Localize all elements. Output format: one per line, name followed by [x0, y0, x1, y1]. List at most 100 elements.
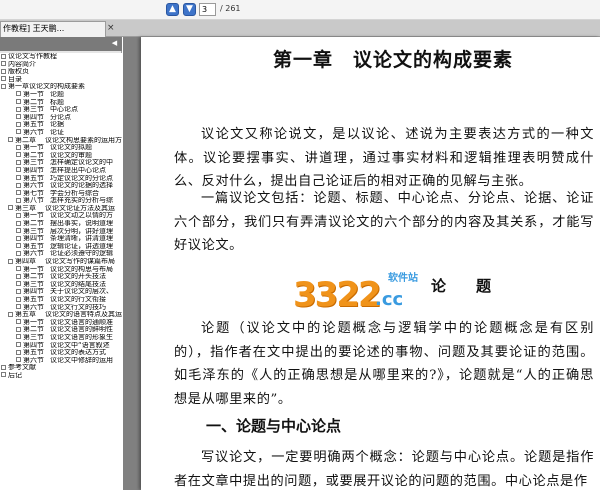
- bookmark-item-number: 第五节: [23, 174, 44, 182]
- bookmark-item-label: 议论文的拟题: [50, 144, 92, 152]
- bookmark-item[interactable]: 第四节 条理清晰，讲清道理: [0, 235, 122, 243]
- bookmark-page-icon: [16, 281, 21, 287]
- bookmark-item-label: 学会分析与综合: [50, 189, 99, 197]
- document-viewport[interactable]: 第一章 议论文的构成要素 议论文又称论说文，是以议论、述说为主要表达方式的一种文…: [123, 37, 600, 490]
- bookmark-item-number: 第二节: [23, 273, 44, 281]
- bookmark-item-label: 议论文写作的谋篇布局: [45, 258, 115, 266]
- bookmark-item[interactable]: 第三节 议论文语言的形象生: [0, 334, 122, 342]
- watermark-site-label: 软件站: [388, 273, 418, 284]
- bookmark-page-icon: [1, 76, 6, 82]
- bookmark-page-icon: [16, 144, 21, 150]
- bookmark-item[interactable]: 第三节 中心论点: [0, 106, 122, 114]
- bookmark-item[interactable]: 第四节 议论文中“语言叙述: [0, 342, 122, 350]
- bookmark-item-label: 议论文语言的鲜明性: [50, 326, 113, 334]
- bookmark-item[interactable]: 第八节 怎样充实的分析与综: [0, 197, 122, 205]
- bookmark-item[interactable]: 第三章 议论文论证方法及其运: [0, 205, 122, 213]
- collapse-panel-icon[interactable]: ◀: [110, 39, 119, 48]
- bookmark-item[interactable]: 第一节 议论文的拟题: [0, 144, 122, 152]
- bookmark-item-label: 议论文的论据的选择: [50, 182, 113, 190]
- bookmark-item-label: 论题: [50, 90, 64, 98]
- bookmark-item[interactable]: 第一节 论题: [0, 91, 122, 99]
- previous-page-button[interactable]: ▲: [166, 3, 179, 16]
- bookmark-item-number: 第三节: [23, 227, 44, 235]
- bookmark-item[interactable]: 目录: [0, 76, 122, 84]
- bookmark-item-number: 第二章: [15, 136, 36, 144]
- bookmark-item[interactable]: 第四节 怎样提出中心论点: [0, 167, 122, 175]
- bookmark-item[interactable]: 第二章 议论文构思要素的运用方: [0, 137, 122, 145]
- bookmark-item[interactable]: 第六节 论证必须遵守的逻辑: [0, 250, 122, 258]
- bookmark-item-label: 议论文的审题: [50, 151, 92, 159]
- bookmark-page-icon: [16, 106, 21, 112]
- bookmark-page-icon: [8, 258, 13, 264]
- bookmark-item[interactable]: 议论文写作教程: [0, 53, 122, 61]
- bookmark-page-icon: [16, 250, 21, 256]
- bookmark-page-icon: [16, 342, 21, 348]
- bookmark-item[interactable]: 第一章议论文的构成要素: [0, 83, 122, 91]
- bookmark-item[interactable]: 第二节 标题: [0, 99, 122, 107]
- bookmark-item[interactable]: 第六节 议论文中修辞的运用: [0, 357, 122, 365]
- bookmark-page-icon: [16, 266, 21, 272]
- bookmark-item-number: 第四节: [23, 288, 44, 296]
- bookmark-page-icon: [16, 319, 21, 325]
- bookmark-item[interactable]: 内容简介: [0, 61, 122, 69]
- bookmark-item-label: 怎样充实的分析与综: [50, 197, 113, 205]
- bookmark-page-icon: [16, 220, 21, 226]
- bookmark-page-icon: [16, 296, 21, 302]
- bookmark-item[interactable]: 第一节 议论文的构思与布局: [0, 266, 122, 274]
- bookmark-item[interactable]: 参考文献: [0, 364, 122, 372]
- bookmark-item-label: 议论文的构思与布局: [50, 265, 113, 273]
- bookmark-item[interactable]: 第五节 巧定议论文的分论点: [0, 175, 122, 183]
- bookmark-item[interactable]: 第四节 分论点: [0, 114, 122, 122]
- bookmark-page-icon: [16, 152, 21, 158]
- bookmark-item[interactable]: 第三节 怎样确定议论文的中: [0, 159, 122, 167]
- bookmark-item[interactable]: 第一节 议论文语言的通顺准: [0, 319, 122, 327]
- close-tab-icon[interactable]: ×: [107, 23, 115, 33]
- bookmark-item[interactable]: 第五节 议论文的表达方式: [0, 349, 122, 357]
- document-tab[interactable]: 作教程] 王天鹏...: [0, 21, 106, 37]
- bookmark-page-icon: [16, 91, 21, 97]
- bookmark-item[interactable]: 第四节 关于议论文的层次、: [0, 288, 122, 296]
- bookmark-item[interactable]: 第二节 议论文语言的鲜明性: [0, 326, 122, 334]
- bookmark-item[interactable]: 第三节 议论文的结尾技法: [0, 281, 122, 289]
- bookmark-item[interactable]: 第二节 议论文的审题: [0, 152, 122, 160]
- bookmark-item-number: 第六节: [23, 128, 44, 136]
- bookmark-panel-header: ◀: [0, 37, 122, 51]
- bookmark-item[interactable]: 第三节 层次分明，讲好道理: [0, 228, 122, 236]
- bookmark-item-number: 第三节: [23, 159, 44, 167]
- chapter-title: 第一章 议论文的构成要素: [273, 49, 514, 71]
- bookmark-item[interactable]: 第五节 论据: [0, 121, 122, 129]
- bookmark-item-number: 第四节: [23, 235, 44, 243]
- paragraph-2: 一篇议论文包括：论题、标题、中心论点、分论点、论据、论证六个部分，我们只有弄清议…: [174, 191, 594, 253]
- bookmark-item-label: 议论文的构成要素: [29, 83, 85, 91]
- bookmark-item[interactable]: 第五节 逻辑论证，讲透道理: [0, 243, 122, 251]
- paragraph-4: 写议论文，一定要明确两个概念：论题与中心论点。论题是指作者在文章中提出的问题，或…: [174, 450, 594, 489]
- bookmark-item[interactable]: 第一节 议论文动之以情的方: [0, 212, 122, 220]
- bookmark-item-label: 怎样提出中心论点: [50, 166, 106, 174]
- bookmark-item-number: 第五节: [23, 242, 44, 250]
- bookmark-item[interactable]: 版权页: [0, 68, 122, 76]
- watermark-logo: 3322 .cc 软件站: [293, 269, 423, 317]
- bookmark-page-icon: [8, 205, 13, 211]
- bookmark-item[interactable]: 第五章 议论文的语言特点及其运: [0, 311, 122, 319]
- bookmark-item-number: 第三章: [15, 204, 36, 212]
- bookmark-item[interactable]: 后记: [0, 372, 122, 380]
- bookmark-page-icon: [16, 288, 21, 294]
- bookmark-item-number: 第二节: [23, 326, 44, 334]
- bookmark-page-icon: [1, 61, 6, 67]
- bookmark-item[interactable]: 第四章 议论文写作的谋篇布局: [0, 258, 122, 266]
- bookmark-item[interactable]: 第七节 学会分析与综合: [0, 190, 122, 198]
- bookmark-item[interactable]: 第六节 议论文的论据的选择: [0, 182, 122, 190]
- bookmark-item[interactable]: 第六节 论证: [0, 129, 122, 137]
- bookmark-item-number: 第六节: [23, 182, 44, 190]
- page-number-input[interactable]: 3: [199, 3, 216, 16]
- bookmark-item[interactable]: 第六节 议论文行文的技巧: [0, 304, 122, 312]
- bookmark-item[interactable]: 第二节 议论文的开头技法: [0, 273, 122, 281]
- bookmark-item-label: 参考文献: [8, 364, 36, 372]
- bookmark-item[interactable]: 第二节 摆出事实，说明道理: [0, 220, 122, 228]
- bookmark-page-icon: [8, 311, 13, 317]
- bookmark-item-label: 议论文的开头技法: [50, 273, 106, 281]
- next-page-button[interactable]: ▼: [183, 3, 196, 16]
- bookmark-item-label: 议论文的结尾技法: [50, 280, 106, 288]
- bookmark-item[interactable]: 第五节 议论文的行文衔接: [0, 296, 122, 304]
- bookmark-item-number: 第五节: [23, 349, 44, 357]
